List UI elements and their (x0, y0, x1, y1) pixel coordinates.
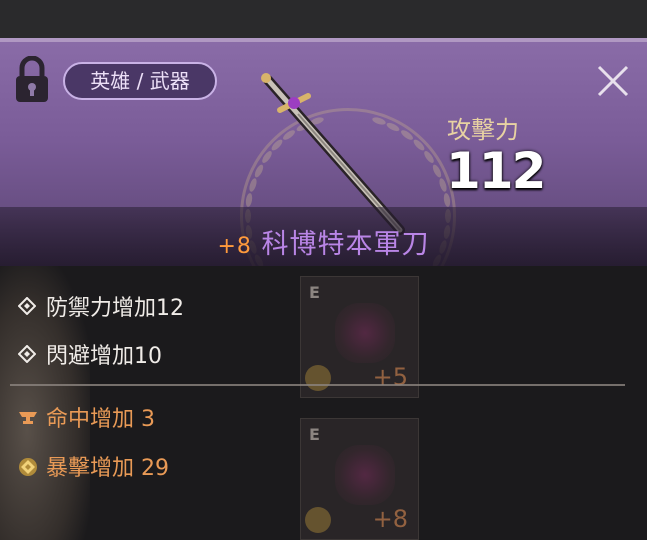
coin-icon (305, 365, 331, 391)
stats-divider (10, 384, 625, 386)
category-badge: 英雄 / 武器 (63, 62, 217, 100)
slot-tag: E (309, 283, 320, 302)
equipment-icon (335, 445, 395, 505)
close-icon[interactable] (596, 64, 630, 98)
sub-stat-label: 閃避增加10 (46, 344, 162, 369)
top-strip (0, 0, 647, 38)
lock-icon[interactable] (14, 56, 50, 104)
special-stat-row: 暴擊增加 29 (18, 448, 169, 484)
slot-tag: E (309, 425, 320, 444)
attack-label: 攻擊力 (447, 116, 519, 144)
wreath-leaf (411, 138, 426, 153)
special-stat-label: 命中增加 3 (46, 407, 155, 432)
coin-icon (305, 507, 331, 533)
item-title: +8 科博特本軍刀 (0, 222, 647, 261)
special-stat-label: 暴擊增加 29 (46, 456, 169, 481)
slot-enhance: +8 (372, 505, 408, 533)
gold-diamond-icon (18, 457, 37, 476)
special-stat-row: 命中增加 3 (18, 399, 155, 435)
diamond-outline-icon (18, 345, 36, 363)
item-enhance-level: +8 (217, 234, 252, 259)
item-name: 科博特本軍刀 (261, 229, 430, 260)
slot-enhance: +5 (372, 363, 408, 391)
equipment-icon (335, 303, 395, 363)
wreath-leaf (431, 162, 443, 179)
header-top-edge (0, 38, 647, 42)
equipment-slot-1[interactable]: E +5 (300, 276, 419, 398)
wreath-leaf (422, 149, 436, 165)
anvil-icon (18, 408, 37, 426)
sub-stat-row: 防禦力增加12 (18, 288, 184, 324)
equipment-slot-2[interactable]: E +8 (300, 418, 419, 540)
sub-stat-row: 閃避增加10 (18, 336, 162, 372)
diamond-outline-icon (18, 297, 36, 315)
sub-stat-label: 防禦力增加12 (46, 296, 184, 321)
attack-value: 112 (446, 142, 546, 200)
